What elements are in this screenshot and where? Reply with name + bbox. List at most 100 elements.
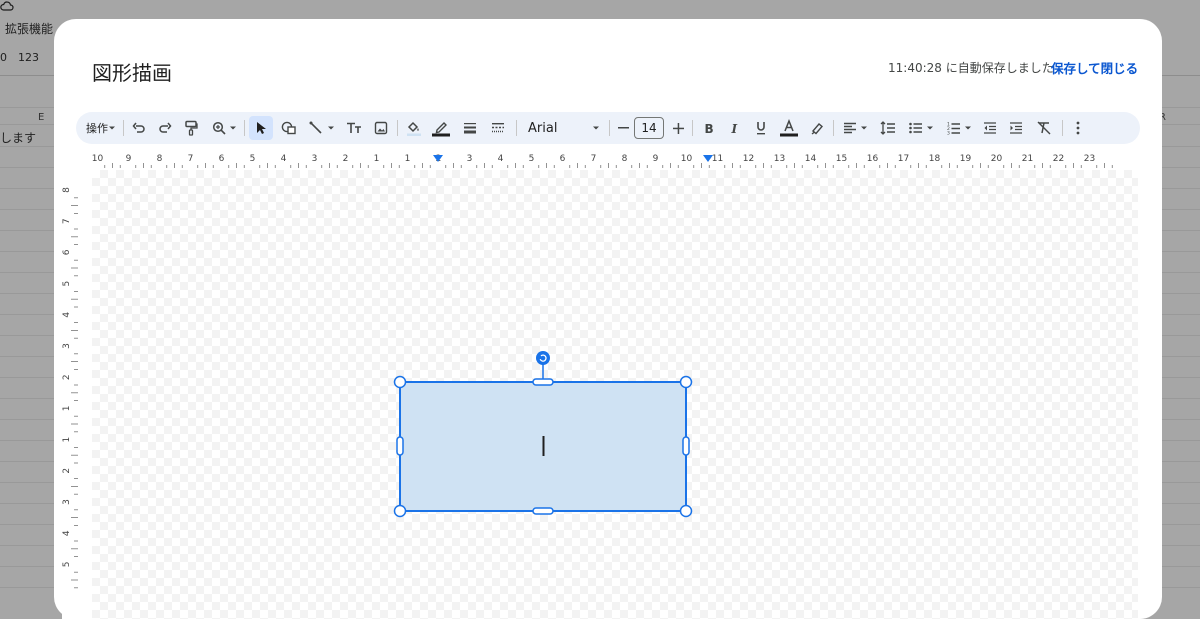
text-color-button[interactable] xyxy=(777,112,801,144)
text-box-button[interactable] xyxy=(342,112,366,144)
drawing-dialog: 図形描画 11:40:28 に自動保存しました 保存して閉じる 操作 Arial… xyxy=(54,19,1162,619)
line-spacing-icon xyxy=(880,121,895,135)
undo-button[interactable] xyxy=(127,112,151,144)
italic-icon: I xyxy=(731,122,738,134)
plus-icon xyxy=(672,122,684,134)
border-dash-button[interactable] xyxy=(486,112,510,144)
numbered-list-button[interactable]: 123 xyxy=(942,112,976,144)
zoom-icon xyxy=(212,121,226,135)
caret-down-icon xyxy=(109,126,115,130)
toolbar-divider xyxy=(123,120,124,136)
caret-down-icon xyxy=(328,126,334,130)
more-options-button[interactable] xyxy=(1066,112,1090,144)
actions-menu[interactable]: 操作 xyxy=(82,112,120,144)
toolbar-divider xyxy=(609,120,610,136)
line-spacing-button[interactable] xyxy=(876,112,900,144)
line-icon xyxy=(309,121,322,134)
insert-image-button[interactable] xyxy=(369,112,393,144)
decrease-indent-icon xyxy=(984,122,996,134)
redo-icon xyxy=(159,122,172,133)
menu-extensions[interactable]: 拡張機能 xyxy=(5,20,53,37)
border-color-button[interactable] xyxy=(429,112,453,144)
resize-handle-right[interactable] xyxy=(682,436,690,456)
text-color-icon xyxy=(780,119,798,137)
font-size-input[interactable]: 14 xyxy=(634,117,664,139)
caret-down-icon xyxy=(593,126,599,130)
caret-down-icon xyxy=(926,126,933,130)
cloud-icon xyxy=(0,1,14,11)
actions-menu-label: 操作 xyxy=(86,122,108,135)
decrease-font-size-button[interactable] xyxy=(614,112,632,144)
shape-tool-button[interactable] xyxy=(277,112,301,144)
underline-button[interactable] xyxy=(749,112,773,144)
drawing-toolbar: 操作 Arial 14 B I 1 2 3 xyxy=(76,112,1140,144)
border-weight-button[interactable] xyxy=(458,112,482,144)
decrease-indent-button[interactable] xyxy=(978,112,1002,144)
caret-down-icon xyxy=(964,126,971,130)
image-icon xyxy=(374,121,388,135)
toolbar-divider xyxy=(692,120,693,136)
paint-format-button[interactable] xyxy=(179,112,203,144)
toolbar-divider xyxy=(1062,120,1063,136)
save-and-close-button[interactable]: 保存して閉じる xyxy=(1051,58,1138,77)
minus-icon xyxy=(617,127,629,129)
bulleted-list-icon xyxy=(908,122,922,134)
italic-button[interactable]: I xyxy=(723,112,747,144)
bold-button[interactable]: B xyxy=(697,112,721,144)
undo-icon xyxy=(132,122,145,133)
border-dash-icon xyxy=(492,123,504,133)
text-box-icon xyxy=(347,122,361,133)
highlight-icon xyxy=(811,123,823,135)
resize-handle-top-right[interactable] xyxy=(679,375,693,389)
svg-text:3: 3 xyxy=(947,131,950,136)
resize-handle-bottom-right[interactable] xyxy=(679,504,693,518)
select-icon xyxy=(257,122,266,134)
toolbar-divider xyxy=(244,120,245,136)
resize-handle-left[interactable] xyxy=(396,436,404,456)
highlight-button[interactable] xyxy=(805,112,829,144)
drawing-canvas-area: 1098765432112345678910111213141516171819… xyxy=(62,152,1138,619)
resize-handle-bottom[interactable] xyxy=(532,507,554,515)
clear-formatting-button[interactable] xyxy=(1032,112,1056,144)
font-family-value: Arial xyxy=(528,120,558,136)
fill-color-icon xyxy=(407,121,421,136)
toolbar-divider xyxy=(397,120,398,136)
more-icon xyxy=(1076,121,1080,135)
numbered-list-icon: 123 xyxy=(947,122,960,136)
increase-font-size-button[interactable] xyxy=(669,112,687,144)
bold-icon: B xyxy=(705,122,714,134)
column-header-e: E xyxy=(38,112,45,123)
svg-text:B: B xyxy=(705,122,714,134)
select-tool-button[interactable] xyxy=(249,116,273,140)
paint-format-icon xyxy=(185,120,198,136)
border-weight-icon xyxy=(464,123,476,134)
zoom-button[interactable] xyxy=(207,112,241,144)
rotate-handle[interactable] xyxy=(536,351,550,365)
underline-icon xyxy=(757,122,765,135)
text-cursor xyxy=(542,436,545,456)
caret-down-icon xyxy=(229,126,236,130)
resize-handle-top-left[interactable] xyxy=(393,375,407,389)
clear-formatting-icon xyxy=(1037,121,1051,135)
align-icon xyxy=(843,122,856,134)
dialog-title: 図形描画 xyxy=(92,61,172,85)
autosave-status: 11:40:28 に自動保存しました xyxy=(888,61,1054,75)
cell-text: します xyxy=(0,131,37,145)
font-family-select[interactable]: Arial xyxy=(524,112,604,144)
increase-indent-button[interactable] xyxy=(1004,112,1028,144)
toolbar-fragment: 0 xyxy=(0,51,7,64)
svg-text:I: I xyxy=(731,122,738,134)
bulleted-list-button[interactable] xyxy=(904,112,938,144)
align-button[interactable] xyxy=(838,112,872,144)
redo-button[interactable] xyxy=(153,112,177,144)
caret-down-icon xyxy=(860,126,867,130)
fill-color-button[interactable] xyxy=(402,112,426,144)
resize-handle-top[interactable] xyxy=(532,378,554,386)
shape-layer xyxy=(393,351,693,518)
shape-icon xyxy=(281,121,296,135)
toolbar-divider xyxy=(516,120,517,136)
number-format-123[interactable]: 123 xyxy=(18,51,39,64)
resize-handle-bottom-left[interactable] xyxy=(393,504,407,518)
line-tool-button[interactable] xyxy=(304,112,340,144)
increase-indent-icon xyxy=(1010,122,1022,134)
